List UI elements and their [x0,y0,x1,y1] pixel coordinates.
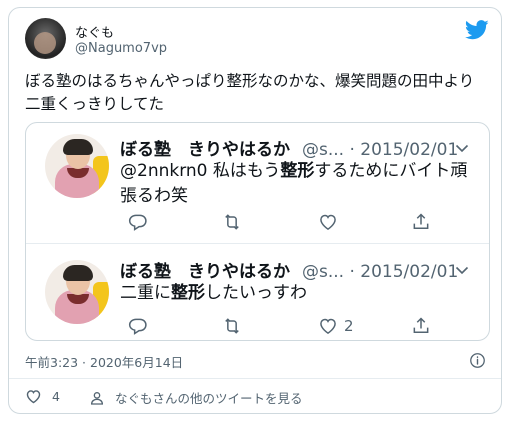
embedded-tweet-card: なぐも @Nagumo7vp ぼる塾のはるちゃんやっぱり整形なのかな、爆笑問題の… [8,7,502,414]
quoted-tweet-actions: 2 [120,316,429,338]
reply-icon [128,318,147,335]
like-icon [26,390,41,404]
retweet-button[interactable] [222,316,242,336]
quoted-separator: · [349,140,355,160]
chevron-down-icon[interactable] [455,265,469,275]
share-button[interactable] [411,212,431,232]
author-handle[interactable]: @Nagumo7vp [75,41,167,56]
more-tweets-link[interactable]: なぐもさんの他のツイートを見る [89,388,303,407]
twitter-logo-icon[interactable] [465,20,489,40]
like-button[interactable]: 2 [318,316,354,336]
quoted-tweet-2[interactable]: ぼる塾 きりやはるか @s... · 2015/02/01 二重に整形したいっすわ [26,244,489,340]
quoted-tweet-text: @2nnkrn0 私はもう整形するためにバイト頑張るわ笑 [120,159,475,209]
reply-button[interactable] [128,316,148,336]
like-icon [320,318,336,334]
quoted-date[interactable]: 2015/02/01 [360,262,458,282]
reply-icon [128,214,147,231]
quoted-tweet-actions [120,212,429,234]
person-icon [90,391,104,405]
quoted-text-highlight: 整形 [280,161,315,181]
quoted-date[interactable]: 2015/02/01 [360,140,458,160]
more-tweets-label: なぐもさんの他のツイートを見る [115,391,303,406]
retweet-icon [225,318,239,334]
info-icon[interactable] [469,352,486,369]
divider [9,378,501,379]
quoted-text-part: @2nnkrn0 私はもう [120,161,281,181]
quoted-separator: · [349,262,355,282]
like-button[interactable] [318,212,344,232]
footer-like-count: 4 [52,389,60,404]
like-icon [320,214,336,230]
share-icon [413,213,429,229]
tweet-text: ぼる塾のはるちゃんやっぱり整形なのかな、爆笑問題の田中より二重くっきりしてた [25,72,475,113]
share-icon [413,317,429,333]
quoted-author-avatar[interactable] [45,260,109,324]
reply-button[interactable] [128,212,148,232]
footer-like-button[interactable]: 4 [25,388,60,405]
quoted-tweet-1[interactable]: ぼる塾 きりやはるか @s... · 2015/02/01 @2nnkrn0 私は… [26,123,489,244]
share-button[interactable] [411,316,431,336]
author-avatar[interactable] [25,18,66,59]
tweet-timestamp[interactable]: 午前3:23 · 2020年6月14日 [25,352,183,371]
retweet-icon [225,214,239,230]
quoted-author-handle[interactable]: @s... [302,262,344,282]
quoted-text-part: したいっすわ [205,283,307,303]
quoted-author-name[interactable]: ぼる塾 きりやはるか [120,140,290,160]
like-count: 2 [344,317,354,335]
quoted-author-handle[interactable]: @s... [302,140,344,160]
quoted-author-avatar[interactable] [45,134,109,198]
chevron-down-icon[interactable] [455,143,469,153]
quoted-tweet-header: ぼる塾 きりやはるか @s... · 2015/02/01 [120,135,458,160]
quoted-text-part: 二重に [120,283,171,303]
quoted-text-highlight: 整形 [171,283,205,303]
author-name[interactable]: なぐも [75,22,114,41]
retweet-button[interactable] [222,212,242,232]
quoted-tweet-header: ぼる塾 きりやはるか @s... · 2015/02/01 [120,257,458,282]
quoted-tweets-container: ぼる塾 きりやはるか @s... · 2015/02/01 @2nnkrn0 私は… [25,122,490,341]
quoted-tweet-text: 二重に整形したいっすわ [120,281,475,306]
quoted-author-name[interactable]: ぼる塾 きりやはるか [120,262,290,282]
